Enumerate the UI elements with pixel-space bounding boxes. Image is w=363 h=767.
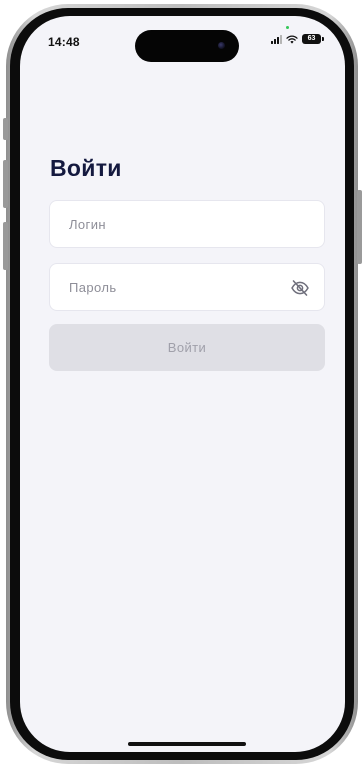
volume-down-button	[3, 222, 8, 270]
battery-icon: 63	[302, 34, 324, 44]
home-indicator[interactable]	[128, 742, 246, 746]
status-bar: 14:48 63	[20, 16, 345, 66]
signal-icon	[271, 34, 282, 44]
front-camera-icon	[218, 42, 225, 49]
dynamic-island	[135, 30, 239, 62]
phone-device: 14:48 63 Войти Логин Войти	[0, 0, 363, 767]
login-input[interactable]	[50, 201, 324, 247]
password-field	[49, 263, 325, 311]
volume-up-button	[3, 160, 8, 208]
login-submit-button[interactable]: Войти	[49, 324, 325, 371]
power-button	[357, 190, 362, 264]
eye-off-icon[interactable]	[290, 279, 310, 297]
password-input[interactable]	[50, 264, 324, 310]
page-title: Войти	[50, 155, 122, 181]
action-button	[3, 118, 8, 140]
camera-indicator-dot	[286, 26, 289, 29]
login-field	[49, 200, 325, 248]
battery-level: 63	[307, 35, 316, 42]
status-icons: 63	[271, 34, 324, 44]
wifi-icon	[286, 34, 298, 44]
status-time: 14:48	[48, 35, 80, 49]
app-screen: 14:48 63 Войти Логин Войти	[20, 16, 345, 752]
